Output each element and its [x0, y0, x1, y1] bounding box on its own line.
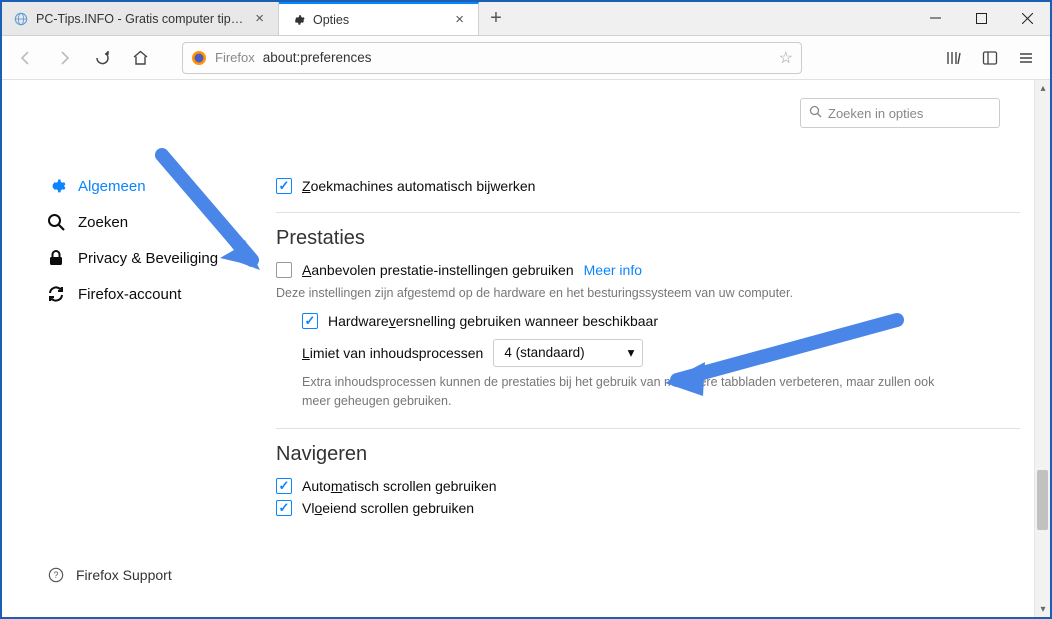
- sidebar-item-label: Privacy & Beveiliging: [78, 250, 218, 267]
- select-process-limit[interactable]: 4 (standaard) ▾: [493, 339, 643, 367]
- new-tab-button[interactable]: +: [479, 2, 513, 35]
- options-search-input[interactable]: Zoeken in opties: [800, 98, 1000, 128]
- label-auto-update-search: Zoekmachines automatisch bijwerken: [302, 178, 535, 194]
- divider: [276, 212, 1020, 213]
- checkbox-auto-update-search[interactable]: [276, 178, 292, 194]
- library-button[interactable]: [938, 42, 970, 74]
- checkbox-auto-scroll[interactable]: [276, 478, 292, 494]
- sidebar-toggle-button[interactable]: [974, 42, 1006, 74]
- sidebar-item-privacy[interactable]: Privacy & Beveiliging: [46, 240, 262, 276]
- tabs-area: PC-Tips.INFO - Gratis computer tip… × Op…: [2, 2, 912, 35]
- url-brand: Firefox: [215, 50, 255, 65]
- label-smooth-scroll: Vloeiend scrollen gebruiken: [302, 500, 474, 516]
- divider: [276, 428, 1020, 429]
- close-icon[interactable]: ×: [451, 11, 468, 28]
- window-controls: [912, 2, 1050, 35]
- label-auto-scroll: Automatisch scrollen gebruiken: [302, 478, 497, 494]
- reload-button[interactable]: [86, 42, 118, 74]
- search-icon: [809, 105, 822, 121]
- desc-recommended-perf: Deze instellingen zijn afgestemd op de h…: [276, 284, 916, 303]
- checkbox-smooth-scroll[interactable]: [276, 500, 292, 516]
- vertical-scrollbar[interactable]: ▴ ▾: [1034, 80, 1050, 617]
- select-value: 4 (standaard): [504, 345, 584, 360]
- scroll-down-icon[interactable]: ▾: [1035, 601, 1051, 617]
- section-prestaties: Prestaties Aanbevolen prestatie-instelli…: [276, 227, 1020, 410]
- label-process-limit: Limiet van inhoudsprocessen: [302, 345, 483, 361]
- search-placeholder: Zoeken in opties: [828, 106, 923, 121]
- sidebar-item-label: Firefox-account: [78, 286, 181, 303]
- url-text: about:preferences: [263, 50, 771, 65]
- content: Algemeen Zoeken Privacy & Beveiliging Fi…: [2, 80, 1050, 617]
- search-icon: [46, 212, 66, 232]
- scroll-thumb[interactable]: [1037, 470, 1048, 530]
- section-navigeren: Navigeren Automatisch scrollen gebruiken…: [276, 443, 1020, 516]
- menu-button[interactable]: [1010, 42, 1042, 74]
- bookmark-star-icon[interactable]: ☆: [779, 48, 793, 68]
- scroll-up-icon[interactable]: ▴: [1035, 80, 1051, 96]
- tab-title: PC-Tips.INFO - Gratis computer tip…: [36, 12, 243, 26]
- section-title-prestaties: Prestaties: [276, 227, 1020, 250]
- gear-icon: [291, 13, 305, 27]
- globe-icon: [14, 12, 28, 26]
- label-recommended-perf: Aanbevolen prestatie-instellingen gebrui…: [302, 262, 574, 278]
- section-title-navigeren: Navigeren: [276, 443, 1020, 466]
- close-icon[interactable]: ×: [251, 10, 268, 27]
- sidebar-item-label: Zoeken: [78, 214, 128, 231]
- checkbox-recommended-perf[interactable]: [276, 262, 292, 278]
- tab-pctips[interactable]: PC-Tips.INFO - Gratis computer tip… ×: [2, 2, 279, 35]
- sidebar-item-search[interactable]: Zoeken: [46, 204, 262, 240]
- sidebar-item-account[interactable]: Firefox-account: [46, 276, 262, 312]
- support-link[interactable]: ? Firefox Support: [46, 565, 172, 585]
- gear-icon: [46, 176, 66, 196]
- checkbox-hw-accel[interactable]: [302, 313, 318, 329]
- svg-text:?: ?: [54, 570, 59, 580]
- sidebar-item-label: Algemeen: [78, 178, 146, 195]
- forward-button[interactable]: [48, 42, 80, 74]
- firefox-icon: [191, 50, 207, 66]
- help-icon: ?: [46, 565, 66, 585]
- sync-icon: [46, 284, 66, 304]
- home-button[interactable]: [124, 42, 156, 74]
- tab-title: Opties: [313, 13, 443, 27]
- back-button[interactable]: [10, 42, 42, 74]
- sidebar: Algemeen Zoeken Privacy & Beveiliging Fi…: [2, 80, 262, 617]
- close-window-button[interactable]: [1004, 2, 1050, 35]
- titlebar: PC-Tips.INFO - Gratis computer tip… × Op…: [2, 2, 1050, 36]
- chevron-down-icon: ▾: [628, 345, 635, 361]
- url-bar[interactable]: Firefox about:preferences ☆: [182, 42, 802, 74]
- desc-process-limit: Extra inhoudsprocessen kunnen de prestat…: [302, 373, 942, 411]
- sidebar-item-general[interactable]: Algemeen: [46, 168, 262, 204]
- link-more-info[interactable]: Meer info: [584, 262, 642, 278]
- minimize-button[interactable]: [912, 2, 958, 35]
- navbar: Firefox about:preferences ☆: [2, 36, 1050, 80]
- tab-opties[interactable]: Opties ×: [279, 2, 479, 35]
- support-label: Firefox Support: [76, 567, 172, 583]
- label-hw-accel: Hardwareversnelling gebruiken wanneer be…: [328, 313, 658, 329]
- main-panel: Zoeken in opties Zoekmachines automatisc…: [262, 80, 1050, 617]
- maximize-button[interactable]: [958, 2, 1004, 35]
- lock-icon: [46, 248, 66, 268]
